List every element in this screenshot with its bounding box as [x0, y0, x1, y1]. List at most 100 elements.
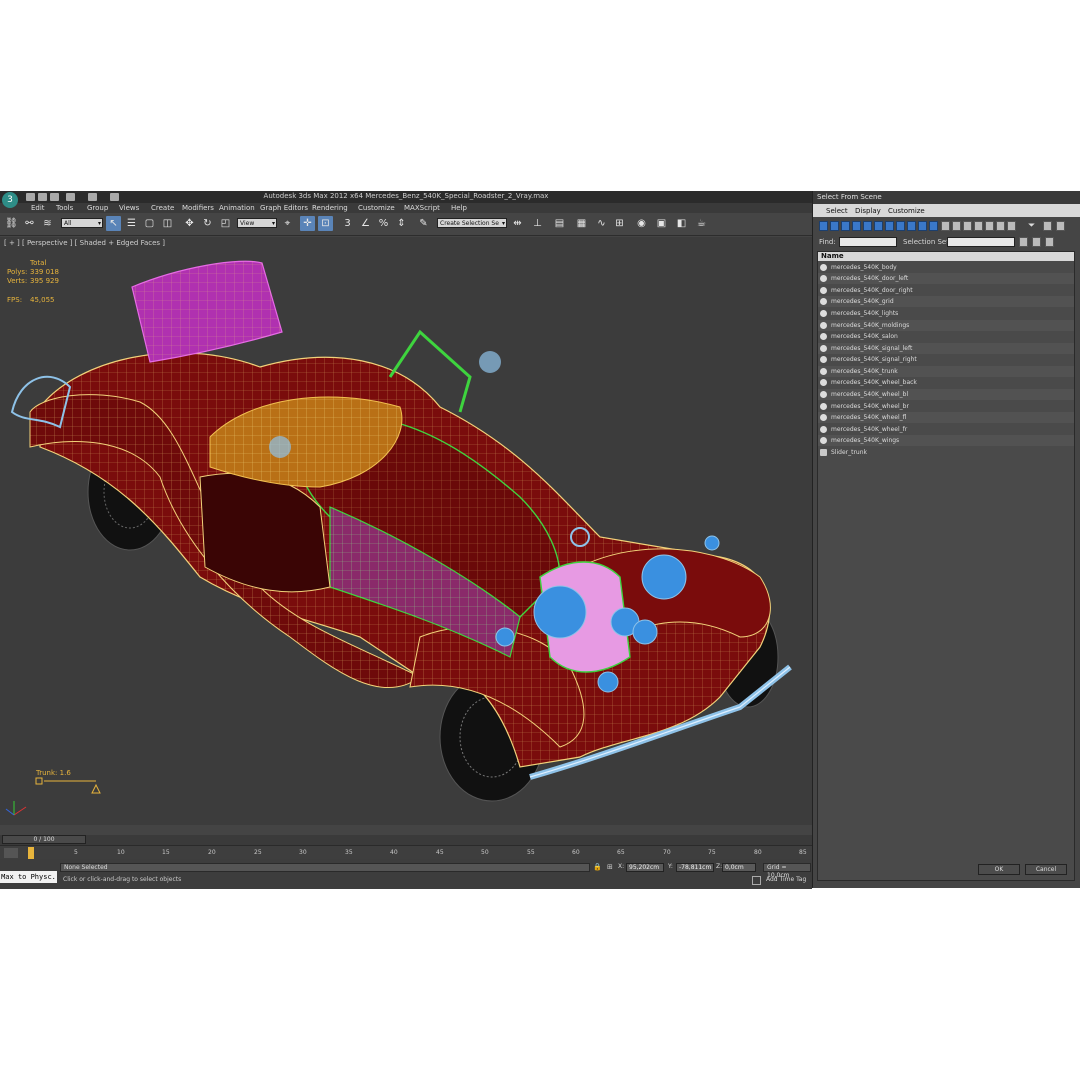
y-coordinate-field[interactable]: -78,811cm	[676, 863, 714, 872]
dialog-menu-customize[interactable]: Customize	[888, 207, 925, 215]
list-item[interactable]: mercedes_540K_signal_right	[818, 354, 1074, 365]
edit-named-selection-icon[interactable]: ✎	[416, 216, 431, 231]
list-item[interactable]: mercedes_540K_wheel_back	[818, 377, 1074, 388]
track-bar[interactable]: 5 10 15 20 25 30 35 40 45 50 55 60 65 70…	[0, 845, 812, 860]
container-filter-icon[interactable]	[918, 221, 927, 231]
menu-graph-editors[interactable]: Graph Editors	[260, 204, 308, 212]
scale-icon[interactable]: ◰	[218, 216, 233, 231]
bind-space-warp-icon[interactable]: ≋	[40, 216, 55, 231]
layer-icon[interactable]: ▤	[552, 216, 567, 231]
snap-icon[interactable]: 3	[340, 216, 355, 231]
named-selection-dropdown[interactable]: Create Selection Se	[437, 218, 507, 229]
spinner-snap-icon[interactable]: ⇕	[394, 216, 409, 231]
menu-animation[interactable]: Animation	[219, 204, 255, 212]
selection-filter-dropdown[interactable]: All	[61, 218, 103, 229]
window-crossing-icon[interactable]: ◫	[160, 216, 175, 231]
car-wireframe-model[interactable]	[0, 237, 812, 825]
add-set-icon[interactable]	[1032, 237, 1041, 247]
menu-customize[interactable]: Customize	[358, 204, 395, 212]
menu-help[interactable]: Help	[451, 204, 467, 212]
sort-icon[interactable]	[996, 221, 1005, 231]
invert-selection-icon[interactable]	[963, 221, 972, 231]
rectangle-region-icon[interactable]: ▢	[142, 216, 157, 231]
list-item[interactable]: mercedes_540K_signal_left	[818, 343, 1074, 354]
expand-icon[interactable]	[1056, 221, 1065, 231]
teapot-icon[interactable]: ☕	[694, 216, 709, 231]
x-coordinate-field[interactable]: 95,202cm	[626, 863, 664, 872]
selection-sets-dropdown[interactable]	[947, 237, 1015, 247]
find-input[interactable]	[839, 237, 897, 247]
link-icon[interactable]: ⛓	[4, 216, 19, 231]
menu-views[interactable]: Views	[119, 204, 139, 212]
select-all-icon[interactable]	[941, 221, 950, 231]
select-object-icon[interactable]: ↖	[106, 216, 121, 231]
list-item[interactable]: mercedes_540K_body	[818, 262, 1074, 273]
angle-snap-icon[interactable]: ∠	[358, 216, 373, 231]
menu-edit[interactable]: Edit	[31, 204, 45, 212]
render-setup-icon[interactable]: ▣	[654, 216, 669, 231]
remove-set-icon[interactable]	[1045, 237, 1054, 247]
lock-selection-icon[interactable]: 🔒	[593, 863, 602, 871]
xref-filter-icon[interactable]	[896, 221, 905, 231]
find-case-icon[interactable]	[1007, 221, 1016, 231]
group-filter-icon[interactable]	[885, 221, 894, 231]
render-frame-icon[interactable]: ◧	[674, 216, 689, 231]
perspective-viewport[interactable]: [ + ] [ Perspective ] [ Shaded + Edged F…	[0, 237, 812, 825]
align-icon[interactable]: ⊥	[530, 216, 545, 231]
list-item[interactable]: mercedes_540K_door_right	[818, 285, 1074, 296]
time-tag-icon[interactable]	[752, 876, 761, 885]
select-by-name-icon[interactable]: ☰	[124, 216, 139, 231]
list-item[interactable]: mercedes_540K_wheel_bl	[818, 389, 1074, 400]
list-item[interactable]: mercedes_540K_door_left	[818, 273, 1074, 284]
dependents-icon[interactable]	[985, 221, 994, 231]
z-coordinate-field[interactable]: 0,0cm	[722, 863, 756, 872]
camera-filter-icon[interactable]	[852, 221, 861, 231]
light-filter-icon[interactable]	[841, 221, 850, 231]
time-marker[interactable]	[28, 847, 34, 859]
bone-filter-icon[interactable]	[907, 221, 916, 231]
schematic-icon[interactable]: ⊞	[612, 216, 627, 231]
hierarchy-icon[interactable]	[974, 221, 983, 231]
list-item[interactable]: mercedes_540K_wings	[818, 435, 1074, 446]
keyboard-shortcut-icon[interactable]: ⊡	[318, 216, 333, 231]
dialog-menu-select[interactable]: Select	[826, 207, 848, 215]
helper-filter-icon[interactable]	[863, 221, 872, 231]
select-set-icon[interactable]	[1019, 237, 1028, 247]
shape-filter-icon[interactable]	[830, 221, 839, 231]
ok-button[interactable]: OK	[978, 864, 1020, 875]
pivot-icon[interactable]: ⌖	[280, 216, 295, 231]
menu-maxscript[interactable]: MAXScript	[404, 204, 440, 212]
menu-create[interactable]: Create	[151, 204, 174, 212]
menu-group[interactable]: Group	[87, 204, 108, 212]
name-column-header[interactable]: Name	[818, 252, 1074, 261]
maxscript-listener-button[interactable]: Max to Physc.	[0, 871, 57, 883]
reference-coord-dropdown[interactable]: View	[237, 218, 277, 229]
list-item[interactable]: mercedes_540K_trunk	[818, 366, 1074, 377]
material-editor-icon[interactable]: ◉	[634, 216, 649, 231]
list-item[interactable]: mercedes_540K_wheel_fl	[818, 412, 1074, 423]
absolute-mode-icon[interactable]: ⊞	[607, 863, 613, 871]
time-slider[interactable]: 0 / 100	[2, 835, 86, 844]
menu-modifiers[interactable]: Modifiers	[182, 204, 214, 212]
unlink-icon[interactable]: ⚯	[22, 216, 37, 231]
list-item[interactable]: Slider_trunk	[818, 447, 1074, 458]
list-item[interactable]: mercedes_540K_grid	[818, 296, 1074, 307]
add-time-tag-button[interactable]: Add Time Tag	[766, 875, 806, 885]
frozen-filter-icon[interactable]	[929, 221, 938, 231]
filter-funnel-icon[interactable]: ⏷	[1028, 221, 1035, 231]
options-icon[interactable]	[1043, 221, 1052, 231]
select-none-icon[interactable]	[952, 221, 961, 231]
menu-tools[interactable]: Tools	[56, 204, 73, 212]
list-item[interactable]: mercedes_540K_wheel_br	[818, 401, 1074, 412]
dialog-menu-display[interactable]: Display	[855, 207, 881, 215]
list-item[interactable]: mercedes_540K_salon	[818, 331, 1074, 342]
curve-editor-icon[interactable]: ∿	[594, 216, 609, 231]
list-item[interactable]: mercedes_540K_moldings	[818, 320, 1074, 331]
rotate-icon[interactable]: ↻	[200, 216, 215, 231]
list-item[interactable]: mercedes_540K_wheel_fr	[818, 424, 1074, 435]
geometry-filter-icon[interactable]	[819, 221, 828, 231]
move-icon[interactable]: ✥	[182, 216, 197, 231]
list-item[interactable]: mercedes_540K_lights	[818, 308, 1074, 319]
select-manipulate-icon[interactable]: ✛	[300, 216, 315, 231]
percent-snap-icon[interactable]: %	[376, 216, 391, 231]
